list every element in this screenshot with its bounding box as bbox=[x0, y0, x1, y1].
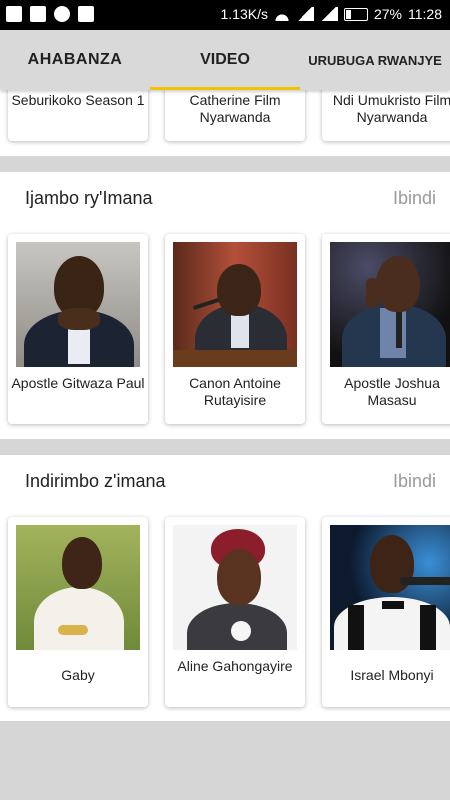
thumbnail-portrait-man-podium bbox=[173, 242, 297, 367]
video-card[interactable]: Gaby bbox=[8, 517, 148, 707]
tab-ahabanza[interactable]: AHABANZA bbox=[0, 30, 150, 90]
more-link[interactable]: Ibindi bbox=[393, 188, 436, 209]
video-card[interactable]: Apostle Gitwaza Paul bbox=[8, 234, 148, 424]
section-ijambo: Ijambo ry'Imana Ibindi Apostle Gitwaza P… bbox=[0, 172, 450, 439]
status-bar: 1.13K/s 27% 11:28 bbox=[0, 0, 450, 30]
tab-label: VIDEO bbox=[200, 51, 250, 68]
signal-icon-2 bbox=[319, 7, 338, 21]
battery-icon bbox=[343, 7, 368, 21]
app-notification-icon bbox=[6, 6, 22, 22]
wifi-icon bbox=[273, 7, 290, 21]
section-indirimbo: Indirimbo z'imana Ibindi Gaby Aline Gaho… bbox=[0, 455, 450, 721]
thumbnail-portrait-woman-red-hair bbox=[173, 525, 297, 650]
battery-percent: 27% bbox=[373, 6, 402, 22]
card-title: Apostle Gitwaza Paul bbox=[11, 375, 145, 391]
whatsapp-icon bbox=[54, 6, 70, 22]
video-card[interactable]: Aline Gahongayire bbox=[165, 517, 305, 707]
card-title: Gaby bbox=[61, 667, 95, 683]
tab-label: URUBUGA RWANJYE bbox=[308, 52, 442, 68]
system-indicators: 1.13K/s 27% 11:28 bbox=[220, 6, 442, 22]
clock: 11:28 bbox=[408, 6, 442, 22]
top-row-panel: Seburikoko Season 1 Catherine Film Nyarw… bbox=[0, 70, 450, 156]
card-title: Ndi Umukristo Film Nyarwanda bbox=[332, 92, 450, 125]
section-title: Indirimbo z'imana bbox=[25, 471, 166, 491]
tab-label: AHABANZA bbox=[27, 51, 123, 68]
active-tab-indicator bbox=[150, 87, 300, 90]
card-title: Israel Mbonyi bbox=[350, 667, 434, 683]
video-card[interactable]: Apostle Joshua Masasu bbox=[322, 234, 450, 424]
tab-urubuga-rwanjye[interactable]: URUBUGA RWANJYE bbox=[300, 30, 450, 90]
tab-video[interactable]: VIDEO bbox=[150, 30, 300, 90]
card-title: Canon Antoine Rutayisire bbox=[189, 375, 281, 408]
card-title: Aline Gahongayire bbox=[177, 658, 293, 674]
video-card[interactable]: Canon Antoine Rutayisire bbox=[165, 234, 305, 424]
video-card[interactable]: Israel Mbonyi bbox=[322, 517, 450, 707]
section-title: Ijambo ry'Imana bbox=[25, 188, 153, 208]
image-notification-icon bbox=[30, 6, 46, 22]
more-link[interactable]: Ibindi bbox=[393, 471, 436, 492]
network-speed: 1.13K/s bbox=[220, 6, 268, 22]
card-title: Catherine Film Nyarwanda bbox=[189, 92, 281, 125]
signal-icon bbox=[295, 7, 314, 21]
thumbnail-portrait-woman-white-dress bbox=[16, 525, 140, 650]
thumbnail-portrait-man-suit bbox=[16, 242, 140, 367]
thumbnail-portrait-man-bowtie bbox=[330, 525, 450, 650]
thumbnail-portrait-man-microphone bbox=[330, 242, 450, 367]
card-title: Apostle Joshua Masasu bbox=[344, 375, 440, 408]
tab-bar: AHABANZA VIDEO URUBUGA RWANJYE bbox=[0, 30, 450, 90]
notification-icons bbox=[6, 6, 94, 22]
card-title: Seburikoko Season 1 bbox=[11, 92, 145, 108]
message-icon bbox=[78, 6, 94, 22]
